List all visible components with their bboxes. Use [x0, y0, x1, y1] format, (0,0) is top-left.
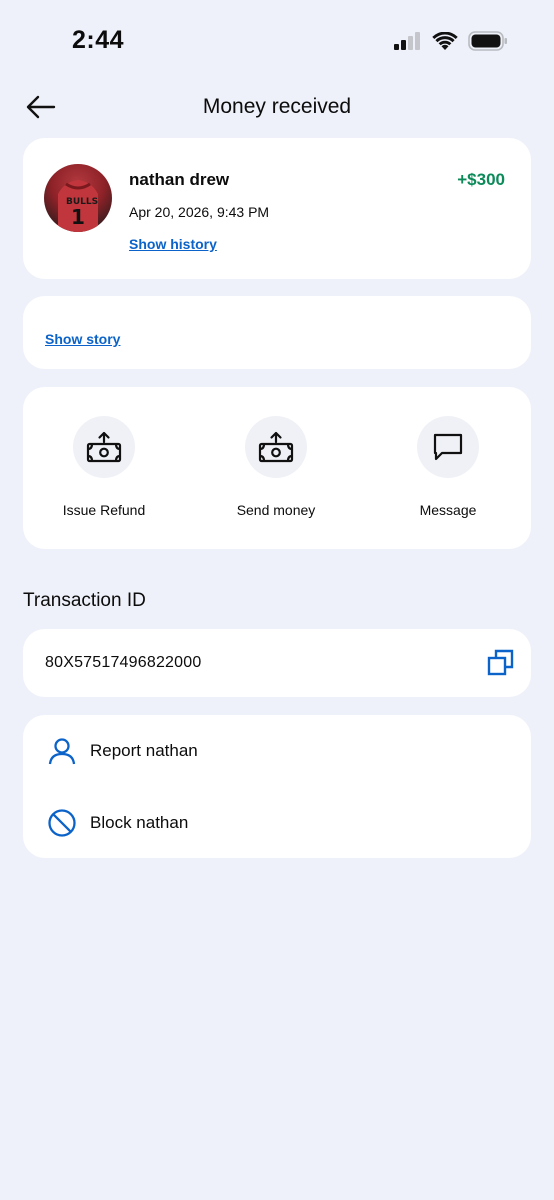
- issue-refund-button[interactable]: Issue Refund: [24, 416, 184, 518]
- message-icon: [433, 433, 463, 461]
- battery-icon: [468, 31, 507, 51]
- show-story-link[interactable]: Show story: [45, 331, 120, 347]
- sender-name: nathan drew: [129, 170, 230, 189]
- send-money-label: Send money: [236, 502, 316, 518]
- send-money-icon-circle: [245, 416, 307, 478]
- money-received-screen: 2:44 Money received BULLS 1 nathan drew …: [0, 0, 554, 1200]
- block-user-button[interactable]: Block nathan: [23, 793, 531, 853]
- issue-refund-icon-circle: [73, 416, 135, 478]
- page-title: Money received: [202, 95, 352, 118]
- transaction-id-card: 80X57517496822000: [23, 629, 531, 697]
- amount-received: +$300: [457, 170, 505, 189]
- copy-icon: [487, 649, 514, 676]
- block-user-label: Block nathan: [90, 813, 189, 832]
- signal-icon: [394, 32, 420, 50]
- cash-icon: [258, 431, 294, 463]
- header: Money received: [0, 84, 554, 130]
- actions-card: Issue Refund Send money Message: [23, 387, 531, 549]
- report-user-button[interactable]: Report nathan: [23, 721, 531, 781]
- transaction-date: Apr 20, 2026, 9:43 PM: [129, 204, 270, 220]
- safety-actions-card: Report nathan Block nathan: [23, 715, 531, 858]
- message-button[interactable]: Message: [368, 416, 528, 518]
- story-card: Show story: [23, 296, 531, 369]
- send-money-button[interactable]: Send money: [196, 416, 356, 518]
- copy-button[interactable]: [487, 649, 515, 677]
- message-icon-circle: [417, 416, 479, 478]
- status-time: 2:44: [72, 26, 125, 54]
- message-label: Message: [419, 502, 477, 518]
- block-icon: [48, 809, 76, 837]
- status-bar: 2:44: [0, 0, 554, 80]
- avatar[interactable]: BULLS 1: [44, 164, 112, 232]
- issue-refund-label: Issue Refund: [62, 502, 146, 518]
- transaction-id-value: 80X57517496822000: [45, 654, 202, 671]
- status-icons: [394, 31, 508, 51]
- person-icon: [48, 738, 76, 765]
- show-history-link[interactable]: Show history: [129, 236, 217, 252]
- wifi-icon: [432, 31, 458, 50]
- svg-text:1: 1: [71, 205, 85, 229]
- cash-icon: [86, 431, 122, 463]
- transaction-id-heading: Transaction ID: [23, 590, 146, 611]
- report-user-label: Report nathan: [90, 741, 198, 760]
- sender-card: BULLS 1 nathan drew Apr 20, 2026, 9:43 P…: [23, 138, 531, 279]
